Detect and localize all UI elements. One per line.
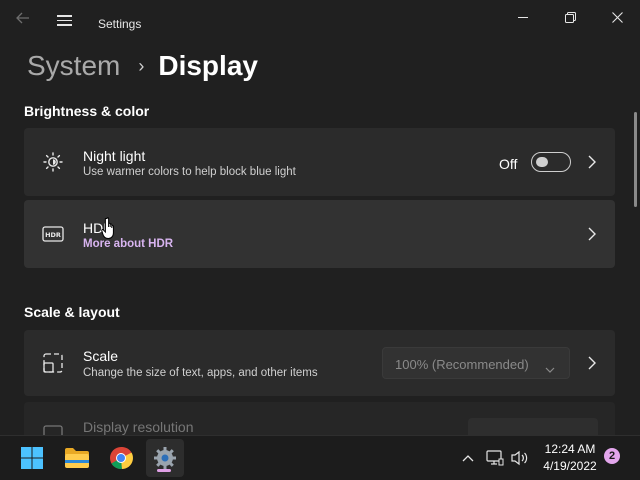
settings-window: Settings System › Display Brightness & c… — [0, 0, 640, 435]
scale-dropdown-value: 100% (Recommended) — [395, 357, 529, 372]
minimize-button[interactable] — [500, 4, 546, 30]
scale-dropdown[interactable]: 100% (Recommended) — [382, 347, 570, 379]
title-bar: Settings — [0, 0, 640, 36]
restore-button[interactable] — [547, 4, 593, 30]
section-scale-layout: Scale & layout — [24, 304, 120, 320]
brightness-icon — [41, 150, 65, 174]
chevron-down-icon — [545, 360, 555, 378]
taskbar: 12:24 AM 4/19/2022 2 — [0, 435, 640, 480]
scale-description: Change the size of text, apps, and other… — [83, 367, 318, 379]
scale-card[interactable]: Scale Change the size of text, apps, and… — [24, 330, 615, 396]
file-explorer-icon[interactable] — [58, 439, 96, 477]
display-resolution-card[interactable]: Display resolution — [24, 402, 615, 435]
clock-date: 4/19/2022 — [543, 459, 597, 473]
start-icon[interactable] — [13, 439, 51, 477]
section-brightness-color: Brightness & color — [24, 103, 150, 119]
network-icon[interactable] — [485, 448, 505, 468]
clock-time: 12:24 AM — [544, 442, 596, 456]
close-icon — [611, 11, 623, 23]
active-app-indicator — [157, 469, 171, 472]
hamburger-menu-icon[interactable] — [53, 12, 75, 30]
scrollbar-thumb[interactable] — [634, 112, 637, 207]
app-title: Settings — [98, 17, 142, 31]
night-light-title: Night light — [83, 148, 146, 164]
hand-cursor-icon — [101, 216, 119, 245]
breadcrumb-system[interactable]: System — [27, 50, 120, 82]
hdr-icon: HDR — [41, 222, 65, 246]
taskbar-clock[interactable]: 12:24 AM 4/19/2022 — [536, 441, 604, 475]
scale-title: Scale — [83, 348, 119, 364]
scale-icon — [41, 351, 65, 375]
resolution-dropdown[interactable] — [468, 418, 598, 435]
breadcrumb: System › Display — [27, 46, 258, 86]
night-light-description: Use warmer colors to help block blue lig… — [83, 166, 296, 178]
more-about-hdr-link[interactable]: More about HDR — [83, 238, 173, 250]
chevron-right-icon — [587, 355, 597, 371]
notification-badge[interactable]: 2 — [604, 448, 620, 464]
chevron-right-icon — [587, 226, 597, 242]
chrome-icon[interactable] — [102, 439, 140, 477]
night-light-card[interactable]: Night light Use warmer colors to help bl… — [24, 128, 615, 196]
night-light-toggle[interactable] — [531, 152, 571, 172]
breadcrumb-separator: › — [138, 55, 145, 76]
display-resolution-title: Display resolution — [83, 419, 194, 435]
close-button[interactable] — [594, 4, 640, 30]
chevron-up-icon[interactable] — [459, 448, 477, 468]
page-title: Display — [158, 50, 258, 81]
chevron-right-icon — [587, 154, 597, 170]
volume-icon[interactable] — [510, 448, 530, 468]
svg-text:HDR: HDR — [45, 231, 61, 239]
resolution-icon — [41, 422, 65, 435]
restore-icon — [564, 11, 576, 23]
night-light-toggle-label: Off — [499, 156, 518, 172]
minimize-icon — [518, 16, 528, 18]
toggle-knob — [536, 157, 548, 167]
back-arrow-icon[interactable] — [12, 10, 34, 32]
